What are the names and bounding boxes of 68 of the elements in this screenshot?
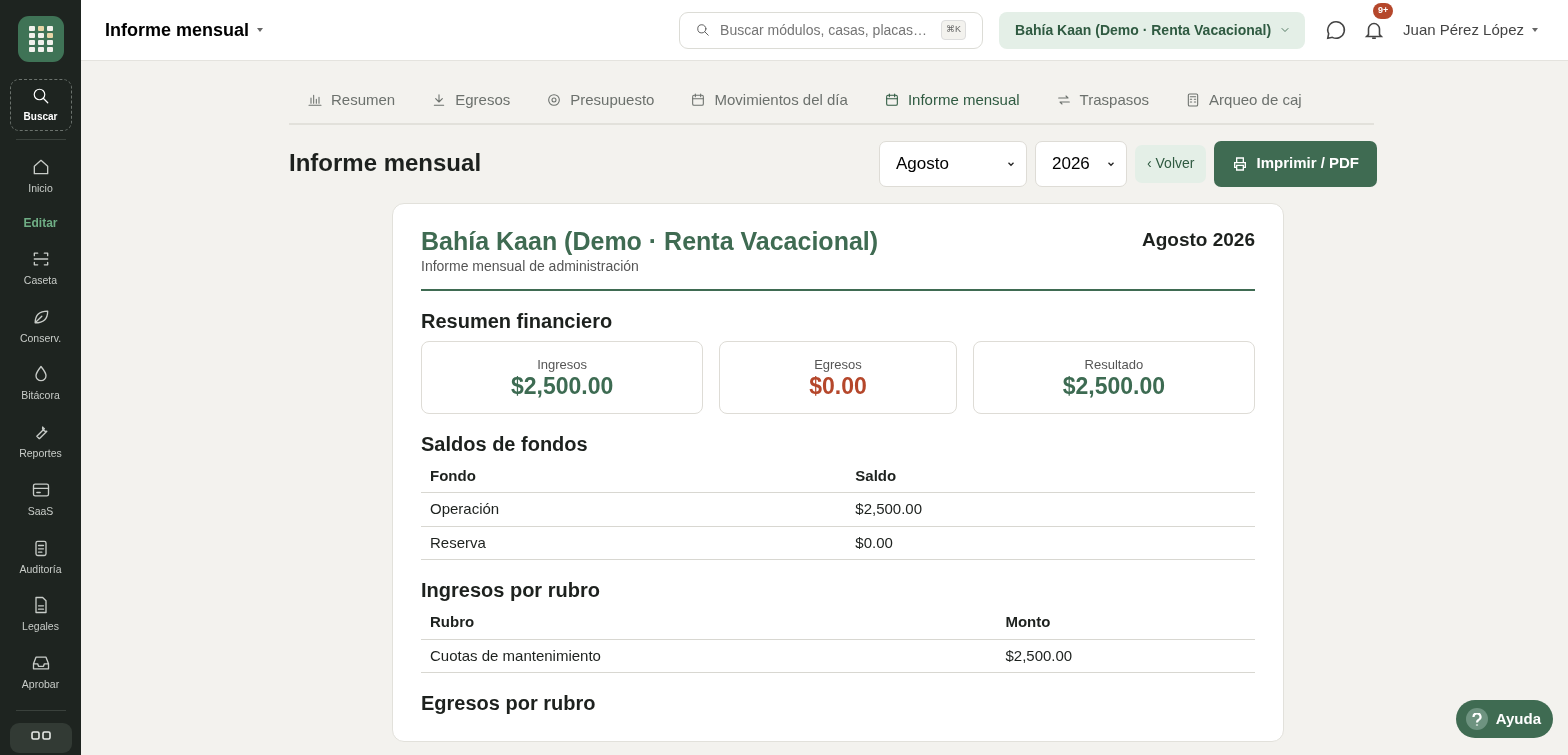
nav-item[interactable]: Bitácora (5, 364, 76, 404)
year-select[interactable]: 2026 (1035, 140, 1127, 187)
report-subtitle: Informe mensual de administración (421, 256, 640, 276)
grid-icon (30, 730, 51, 741)
table-cell: Cuotas de mantenimiento (421, 639, 997, 673)
tab[interactable]: Egresos (431, 89, 511, 123)
nav-item[interactable]: SaaS (5, 479, 76, 520)
summary-amount: $0.00 (809, 374, 867, 400)
chat-bubble-icon (1325, 19, 1348, 41)
target-icon (546, 92, 563, 109)
tab[interactable]: Resumen (307, 89, 396, 123)
search-input[interactable]: Buscar módulos, casas, placas… (718, 18, 934, 42)
search-icon (696, 23, 711, 37)
nav-item[interactable]: Conserv. (5, 306, 76, 347)
bar-chart-icon (307, 92, 323, 109)
summary-amount: $2,500.00 (1062, 374, 1165, 400)
section-label: Editar (23, 214, 58, 232)
column-header: Rubro (421, 606, 997, 639)
page-title-dropdown[interactable]: Informe mensual (105, 16, 264, 44)
month-select[interactable]: Agosto (879, 140, 1027, 187)
tab[interactable]: Informe mensual (883, 89, 1020, 123)
table-cell: Reserva (421, 526, 847, 560)
search-icon (31, 86, 50, 105)
summary-label: Resultado (1084, 355, 1144, 374)
back-button[interactable]: ‹ Volver (1135, 144, 1207, 183)
calendar-icon (690, 92, 707, 109)
search-button[interactable]: Buscar (9, 79, 72, 131)
user-menu[interactable]: Juan Pérez López (1397, 17, 1544, 43)
help-button[interactable]: Ayuda (1455, 700, 1553, 738)
calendar-icon (883, 92, 900, 109)
nav-item[interactable]: Aprobar (5, 653, 76, 693)
nav-item[interactable]: Inicio (5, 157, 76, 197)
section-heading: Egresos por rubro (421, 691, 597, 715)
summary-label: Ingresos (537, 355, 588, 374)
tab[interactable]: Traspasos (1055, 89, 1150, 123)
question-icon (1465, 708, 1488, 730)
print-button[interactable]: Imprimir / PDF (1214, 140, 1377, 187)
column-header: Fondo (421, 459, 847, 493)
table-cell: $0.00 (846, 526, 1255, 560)
section-heading: Resumen financiero (421, 308, 614, 333)
column-header: Saldo (846, 459, 1255, 493)
table-cell: $2,500.00 (996, 639, 1255, 673)
report-period: Agosto 2026 (1142, 227, 1255, 252)
app-logo[interactable] (17, 16, 64, 62)
tab[interactable]: Movimientos del día (690, 89, 848, 123)
section-heading: Ingresos por rubro (421, 578, 601, 602)
search-field[interactable]: Buscar módulos, casas, placas… ⌘K (679, 11, 984, 49)
shortcut-hint: ⌘K (941, 20, 967, 40)
table-cell: $2,500.00 (846, 492, 1255, 526)
caret-icon (1532, 28, 1538, 32)
column-header: Monto (996, 606, 1255, 639)
report-title: Bahía Kaan (Demo · Renta Vacacional) (421, 225, 879, 256)
summary-label: Egresos (814, 355, 862, 374)
tab[interactable]: Presupuesto (546, 89, 655, 123)
tab[interactable]: Arqueo de caj (1185, 89, 1302, 123)
apps-button[interactable] (9, 722, 72, 753)
page-heading: Informe mensual (289, 149, 483, 178)
caret-icon (257, 28, 264, 32)
nav-item[interactable]: Caseta (5, 248, 76, 289)
property-selector[interactable]: Bahía Kaan (Demo · Renta Vacacional) (999, 11, 1306, 49)
notification-count: 9+ (1373, 3, 1394, 19)
section-heading: Saldos de fondos (421, 431, 589, 456)
nav-item[interactable]: Auditoría (5, 537, 76, 578)
printer-icon (1232, 155, 1249, 172)
summary-amount: $2,500.00 (510, 374, 614, 400)
nav-item[interactable]: Reportes (5, 422, 76, 462)
table-cell: Operación (421, 492, 847, 526)
nav-item[interactable]: Legales (5, 595, 76, 635)
